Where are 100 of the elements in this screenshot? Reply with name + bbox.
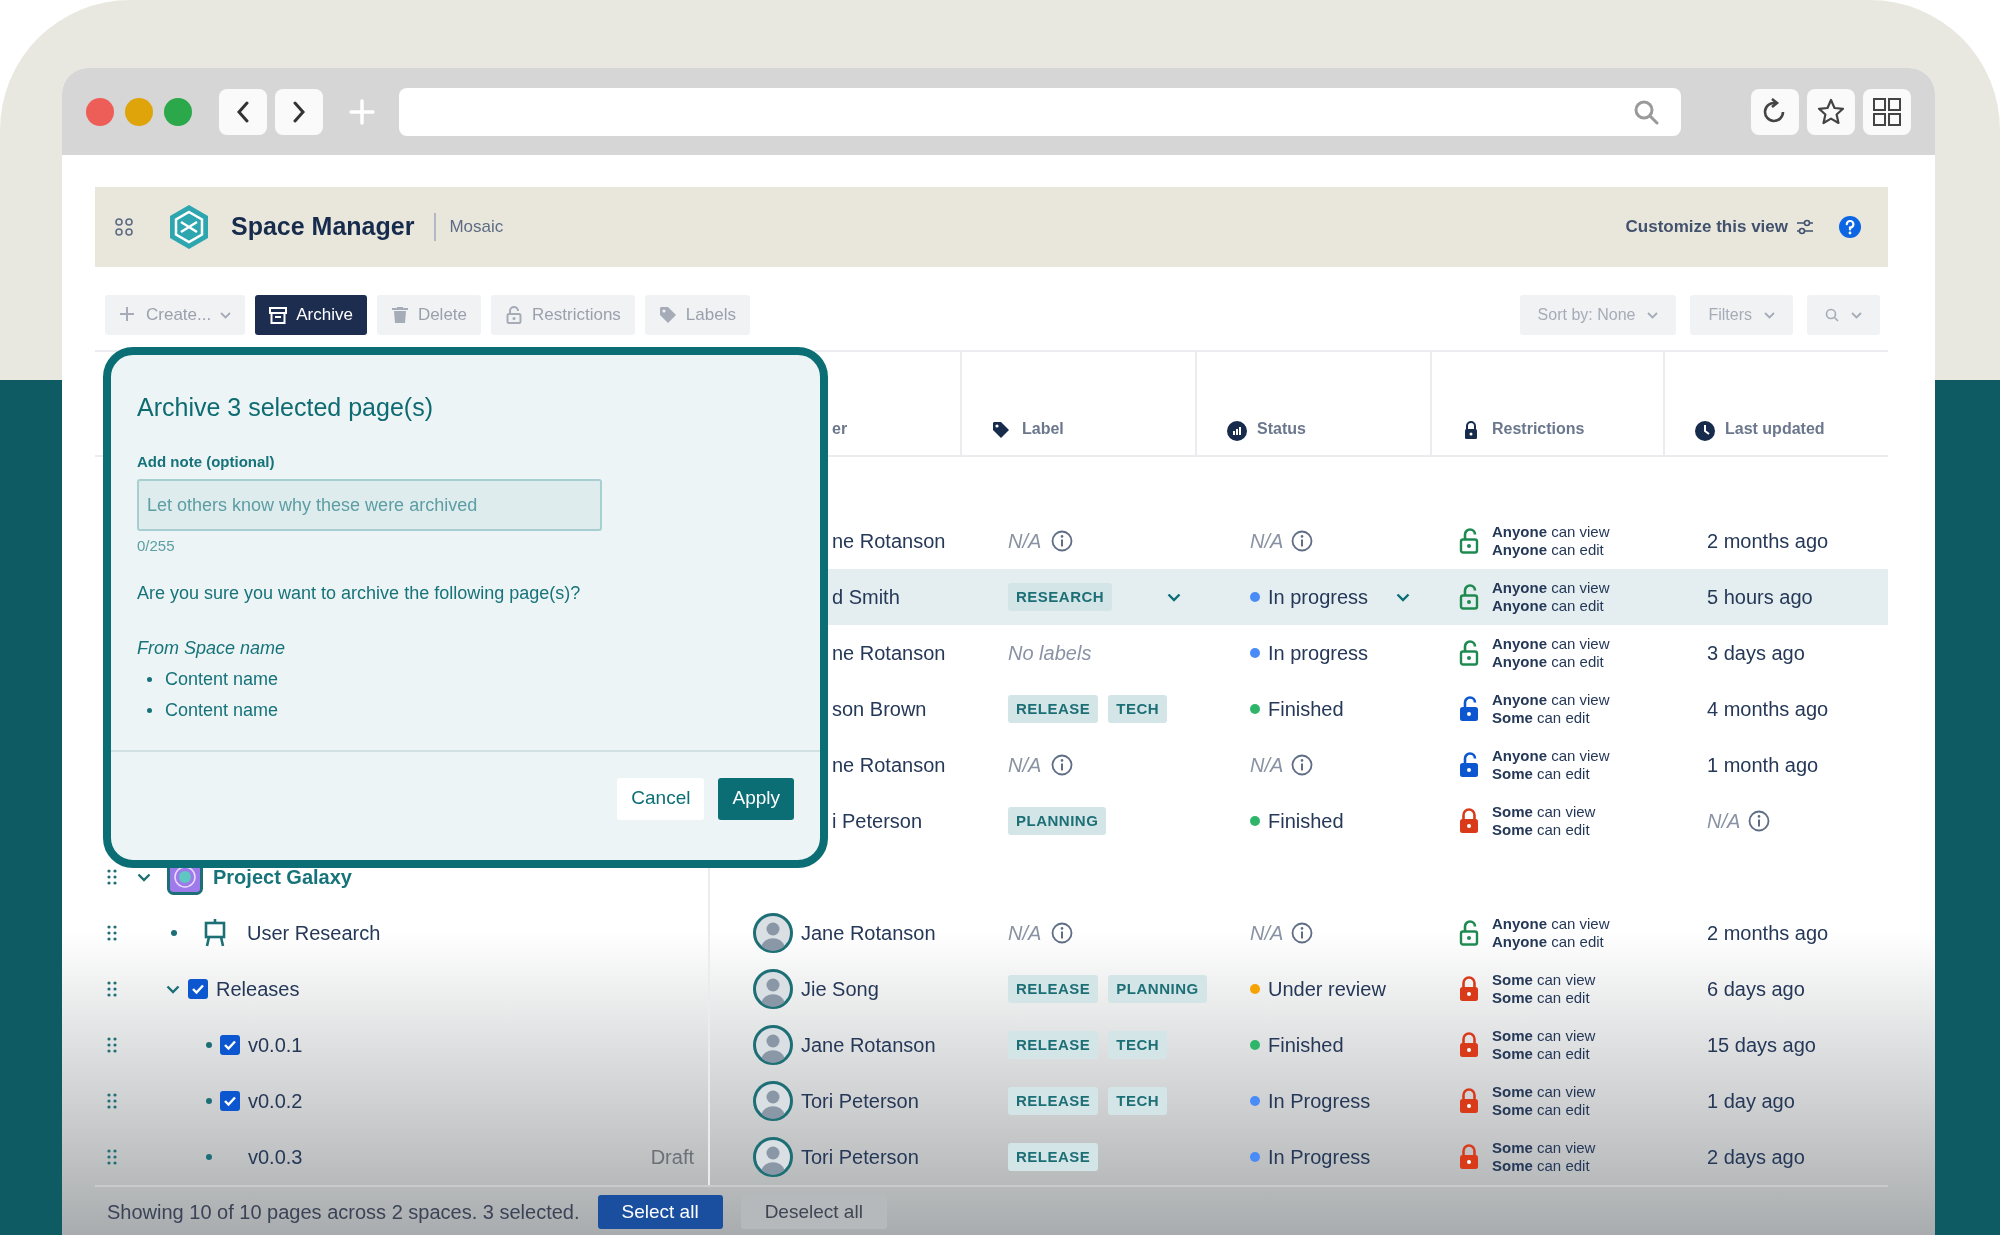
- table-row[interactable]: RELEASE TECH Finished Some can view Some can edit 15 days ago: [960, 1017, 1888, 1073]
- table-row[interactable]: RELEASE PLANNING Under review Some can view Some can edit 6 days ago: [960, 961, 1888, 1017]
- page-title[interactable]: v0.0.2: [248, 1086, 303, 1116]
- column-header[interactable]: Restrictions: [1492, 417, 1585, 441]
- table-row[interactable]: PLANNING Finished Some can view Some can edit N/A: [960, 793, 1888, 849]
- updated-time: 4 months ago: [1707, 697, 1829, 722]
- status-text: In Progress: [1268, 1089, 1371, 1114]
- restriction-text: Anyone can view: [1492, 635, 1610, 653]
- info-icon: [1051, 754, 1074, 776]
- drag-handle-icon[interactable]: [107, 981, 117, 997]
- restriction-text: Some can edit: [1492, 1045, 1591, 1063]
- forward-button[interactable]: [275, 88, 323, 135]
- table-row[interactable]: N/A N/A Anyone can view Anyone can edit 2 months ago: [960, 905, 1888, 961]
- owner-name: Tori Peterson: [801, 1145, 919, 1170]
- label-value: No labels: [1008, 641, 1092, 666]
- status-text: N/A: [1250, 529, 1284, 554]
- chevron-down-icon[interactable]: [1396, 592, 1410, 602]
- chevron-down-icon[interactable]: [1167, 592, 1181, 602]
- tabs-button[interactable]: [1863, 88, 1911, 135]
- apps-icon[interactable]: [115, 218, 133, 236]
- restriction-text: Some can view: [1492, 1027, 1596, 1045]
- caret-icon: [220, 311, 232, 319]
- updated-time: 1 month ago: [1707, 753, 1819, 778]
- help-icon[interactable]: [1838, 215, 1862, 239]
- bullet-icon: [147, 676, 152, 682]
- column-header[interactable]: Last updated: [1725, 417, 1825, 441]
- reload-button[interactable]: [1751, 88, 1799, 135]
- drag-handle-icon[interactable]: [107, 925, 117, 941]
- labels-icon: [658, 306, 677, 324]
- drag-handle-icon[interactable]: [107, 1093, 117, 1109]
- checkbox[interactable]: [220, 1035, 240, 1055]
- page-title[interactable]: v0.0.1: [248, 1030, 303, 1060]
- chevron-down-icon[interactable]: [166, 984, 180, 994]
- star-icon: [1817, 97, 1845, 126]
- owner-name: Tori Peterson: [801, 1089, 919, 1114]
- status-text: Finished: [1268, 697, 1344, 722]
- search-icon: [1633, 98, 1659, 125]
- table-row[interactable]: N/A N/A Anyone can view Some can edit 1 month ago: [960, 737, 1888, 793]
- chevron-left-icon: [236, 100, 250, 123]
- updated-time: 15 days ago: [1707, 1033, 1816, 1058]
- table-row[interactable]: RELEASE In Progress Some can view Some can edit 2 days ago: [960, 1129, 1888, 1185]
- drag-handle-icon[interactable]: [107, 869, 117, 885]
- updated-time: 2 days ago: [1707, 1145, 1805, 1170]
- note-field[interactable]: Let others know why these were archived: [137, 479, 602, 531]
- status-text: Finished: [1268, 809, 1344, 834]
- drag-handle-icon[interactable]: [107, 1149, 117, 1165]
- updated-time: 2 months ago: [1707, 529, 1829, 554]
- updated-time: 1 day ago: [1707, 1089, 1795, 1114]
- caret-icon: [1647, 311, 1659, 319]
- drag-handle-icon[interactable]: [107, 1037, 117, 1053]
- column-header[interactable]: er: [832, 417, 848, 441]
- archive-button[interactable]: Archive: [255, 295, 367, 335]
- status-text: Finished: [1268, 1033, 1344, 1058]
- page-title[interactable]: User Research: [247, 918, 381, 948]
- info-icon: [1051, 922, 1074, 944]
- back-button[interactable]: [219, 88, 267, 135]
- updated-time: N/A: [1707, 809, 1741, 834]
- label-tag: RELEASE: [1008, 1086, 1099, 1116]
- bookmark-button[interactable]: [1807, 88, 1855, 135]
- draft-label: Draft: [650, 1145, 694, 1170]
- column-header[interactable]: Status: [1257, 417, 1306, 441]
- restriction-text: Anyone can view: [1492, 691, 1610, 709]
- page-title[interactable]: Releases: [216, 974, 300, 1004]
- label-tag: PLANNING: [1108, 974, 1207, 1004]
- table-row[interactable]: No labels In progress Anyone can view Anyone can edit 3 days ago: [960, 625, 1888, 681]
- restriction-text: Anyone can edit: [1492, 933, 1605, 951]
- status-text: N/A: [1250, 753, 1284, 778]
- cancel-button[interactable]: Cancel: [617, 777, 705, 820]
- status-text: Under review: [1268, 977, 1386, 1002]
- space-name: Mosaic: [434, 213, 504, 241]
- info-icon: [1291, 754, 1314, 776]
- checkbox[interactable]: [220, 1091, 240, 1111]
- table-row[interactable]: RELEASE TECH Finished Anyone can view Some can edit 4 months ago: [960, 681, 1888, 737]
- table-row[interactable]: RELEASE TECH In Progress Some can view Some can edit 1 day ago: [960, 1073, 1888, 1129]
- restriction-text: Anyone can view: [1492, 579, 1610, 597]
- selection-summary: Showing 10 of 10 pages across 2 spaces. 3 selected.: [107, 1200, 580, 1225]
- table-row[interactable]: RESEARCH In progress Anyone can view Anyone can edit 5 hours ago: [960, 569, 1888, 625]
- owner-name: ne Rotanson: [832, 641, 946, 666]
- checkbox[interactable]: [188, 979, 208, 999]
- apply-button[interactable]: Apply: [718, 777, 794, 820]
- restriction-text: Anyone can edit: [1492, 653, 1605, 671]
- restriction-text: Anyone can view: [1492, 523, 1610, 541]
- search-icon: [1825, 308, 1839, 322]
- character-counter: 0/255: [137, 536, 176, 556]
- table-row[interactable]: N/A N/A Anyone can view Anyone can edit 2 months ago: [960, 513, 1888, 569]
- label-icon: [992, 421, 1012, 441]
- info-icon: [1291, 530, 1314, 552]
- label-value: N/A: [1008, 921, 1042, 946]
- bullet-icon: [171, 930, 177, 936]
- restriction-text: Some can view: [1492, 1139, 1596, 1157]
- chevron-right-icon: [292, 100, 306, 123]
- grid-icon: [1872, 96, 1902, 127]
- customize-link[interactable]: Customize this view: [1625, 214, 1814, 240]
- caret-icon: [1851, 311, 1862, 319]
- page-title[interactable]: v0.0.3: [248, 1142, 303, 1172]
- owner-name: Jane Rotanson: [801, 921, 936, 946]
- column-header[interactable]: Label: [1022, 417, 1064, 441]
- deselect-all-button[interactable]: Deselect all: [740, 1195, 887, 1229]
- chevron-down-icon[interactable]: [137, 872, 151, 882]
- select-all-button[interactable]: Select all: [597, 1195, 723, 1229]
